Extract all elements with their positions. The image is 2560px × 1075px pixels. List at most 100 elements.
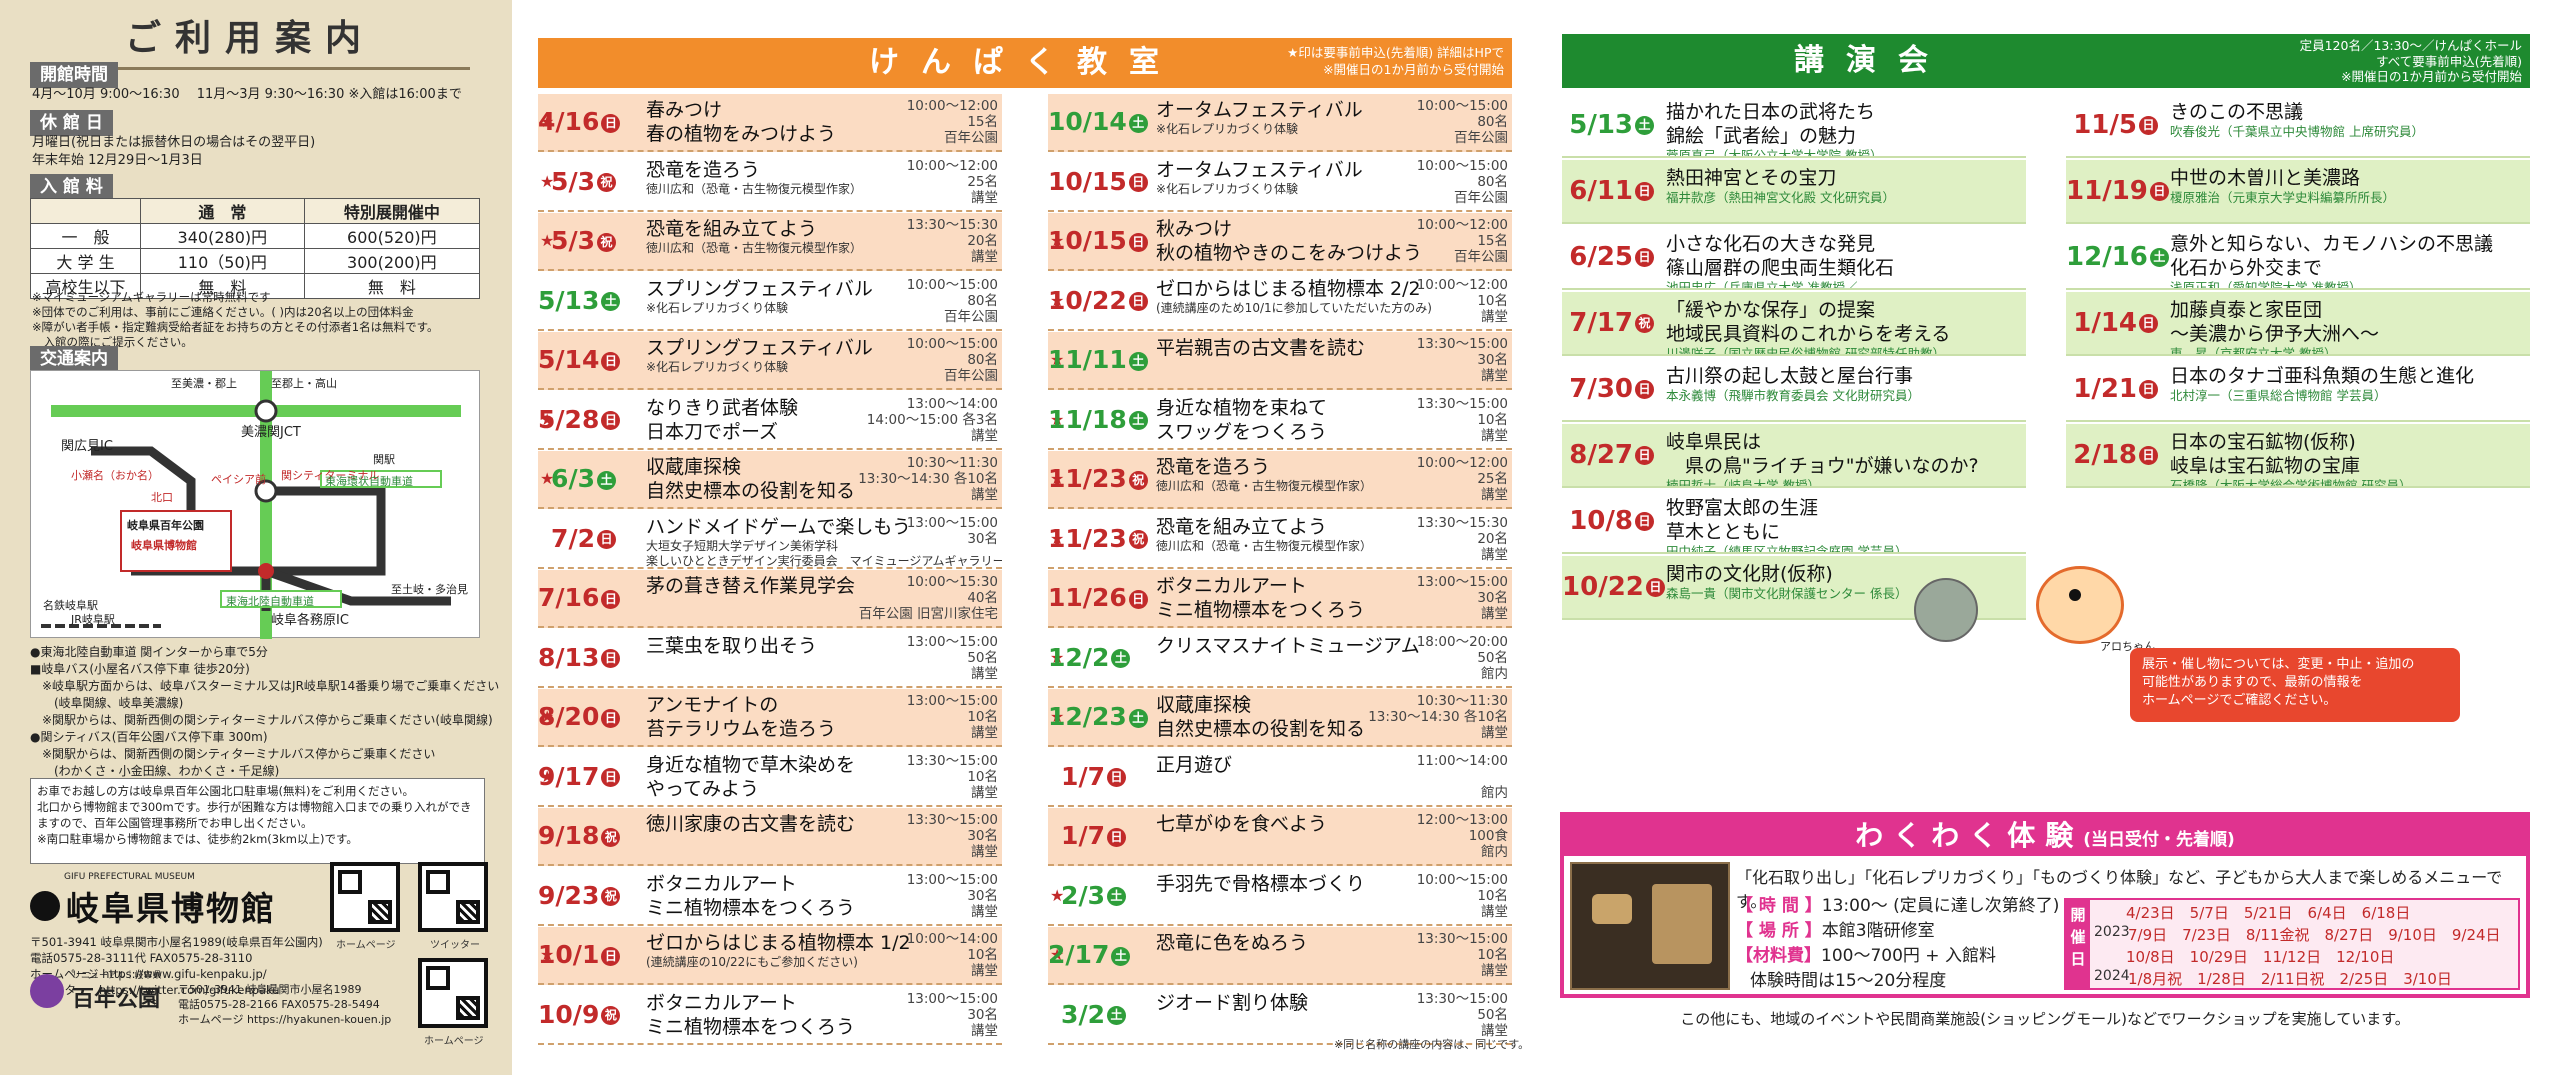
dates-row: 7/9日 7/23日 8/11金祝 8/27日 9/10日 9/24日 (2128, 926, 2501, 944)
date-month: 6 (551, 464, 569, 493)
qr-homepage-icon[interactable] (330, 862, 400, 932)
qr-park-icon[interactable] (418, 958, 488, 1028)
lecture-title-block: 岐阜県民は 県の鳥"ライチョウ"が嫌いなのか? 楠田哲士（岐阜大学 教授） (1666, 430, 1979, 488)
lecture-speaker: 田中純子（練馬区立牧野記念庭園 学芸員） (1666, 544, 1908, 554)
class-date: 5/3 祝 (538, 154, 620, 210)
waku-place: 本館3階研修室 (1821, 921, 1935, 941)
class-time: 10:00〜12:00 10名 講堂 (1416, 276, 1508, 325)
class-title-block: スプリングフェスティバル ※化石レプリカづくり体験 (646, 277, 873, 316)
date-month: 5 (1569, 110, 1588, 140)
class-title-block: 徳川家康の古文書を読む (646, 812, 855, 836)
weekday-badge: 土 (1128, 351, 1148, 371)
lecture-title-block: 小さな化石の大きな発見 篠山層群の爬虫両生類化石 池田忠広（兵庫県立大学 准教授／… (1666, 232, 1957, 288)
weekday-badge: 日 (601, 946, 621, 966)
lecture-title: 関市の文化財(仮称) (1666, 563, 1833, 585)
fee-cell: 600(520)円 (303, 223, 481, 249)
lecture-note: 定員120名／13:30〜／けんぱくホール すべて要事前申込(先着順) ※開催日… (2299, 38, 2522, 84)
class-title-block: ボタニカルアート ミニ植物標本をつくろう (1156, 574, 1365, 622)
class-item: 5/14 日スプリングフェスティバル ※化石レプリカづくり体験 10:00〜15:00… (538, 332, 1002, 390)
lecture-item: 10/8 日牧野富太郎の生涯 草木とともに 田中純子（練馬区立牧野記念庭園 学芸員） (1562, 490, 2026, 554)
date-month: 5 (538, 345, 556, 374)
class-title: 平岩親吉の古文書を読む (1156, 337, 1366, 359)
class-item: 7/16 日 茅の葺き替え作業見学会 10:00〜15:30 40名 百年公園 旧宮川… (538, 570, 1002, 628)
class-date: 10/15 日 (1048, 154, 1148, 210)
lecture-title-block: きのこの不思議 吹春俊光（千葉県立中央博物館 上席研究員） (2170, 100, 2424, 140)
date-day: 18 (2100, 440, 2137, 470)
footer-text: この他にも、地域のイベントや民間商業施設(ショッピングモール)などでワークショッ… (1680, 1010, 2410, 1028)
class-time: 10:00〜12:00 25名 講堂 (1416, 455, 1508, 503)
class-subtitle: ※化石レプリカづくり体験 (646, 360, 789, 374)
date-month: 10 (538, 940, 573, 969)
class-item: 10/14 土オータムフェスティバル ※化石レプリカづくり体験 10:00〜15:00… (1048, 94, 1512, 152)
lecture-speaker: 楠田哲士（岐阜大学 教授） (1666, 478, 1820, 488)
class-item: ★ 5/28 日なりきり武者体験 日本刀でポーズ 13:00〜14:00 14:00〜… (538, 392, 1002, 450)
access-map: 至美濃・郡上 至郡上・高山 関広見IC 美濃関JCT 関シティターミナル 関駅 … (30, 370, 480, 639)
class-time: 13:30〜15:00 30名 講堂 (1416, 336, 1508, 384)
map-label: 至土岐・多治見 (391, 583, 468, 596)
class-date: 5/3 祝 (538, 213, 620, 269)
lecture-date: 2/18 日 (2066, 424, 2158, 486)
lecture-title: 小さな化石の大きな発見 篠山層群の爬虫両生類化石 (1666, 233, 1895, 279)
class-item: ★ 12/2 土クリスマスナイトミュージアム 18:00〜20:00 50名 館内 (1048, 630, 1512, 688)
date-day: 7 (1087, 761, 1105, 791)
date-day: 13 (564, 642, 600, 672)
class-title: 収蔵庫探検 自然史標本の役割を知る (1156, 694, 1366, 740)
class-item: ★ 2/3 土手羽先で骨格標本づくり 10:00〜15:00 10名 講堂 (1048, 868, 1512, 926)
class-time: 10:00〜12:00 15名 百年公園 (906, 98, 998, 146)
class-time: 10:30〜11:30 13:30〜14:30 各10名 講堂 (858, 455, 998, 503)
class-title: ゼロからはじまる植物標本 1/2 (646, 932, 911, 954)
class-item: ★ 5/3 祝恐竜を造ろう 徳川広和（恐竜・古生物復元模型作家） 10:00〜12:00… (538, 154, 1002, 212)
class-title: 恐竜を組み立てよう (1156, 515, 1328, 538)
fee-header-cell: 通 常 (140, 198, 305, 224)
class-item: ★ 12/23 土収蔵庫探検 自然史標本の役割を知る 10:30〜11:30 13:3… (1048, 689, 1512, 747)
date-day: 3 (1087, 880, 1105, 910)
date-day: 14 (2100, 308, 2137, 338)
date-month: 5 (551, 226, 569, 255)
fee-header-cell: 特別展開催中 (303, 198, 481, 224)
notice-bubble: 展示・催し物については、変更・中止・追加の 可能性がありますので、最新の情報を … (2130, 648, 2460, 722)
date-day: 23 (564, 880, 600, 910)
lecture-title: 牧野富太郎の生涯 草木とともに (1666, 497, 1819, 543)
date-day: 28 (564, 404, 600, 434)
classroom-note: ★印は要事前申込(先着順) 詳細はHPで ※開催日の1か月前から受付開始 (1287, 45, 1504, 77)
class-item: ★ 11/18 土身近な植物を束ねて スワッグをつくろう 13:30〜15:00 10… (1048, 392, 1512, 450)
class-date: 5/14 日 (538, 332, 621, 388)
class-title: 手羽先で骨格標本づくり (1156, 872, 1366, 895)
class-title-block: アンモナイトの 苔テラリウムを造ろう (646, 693, 836, 741)
date-month: 1 (1061, 761, 1079, 791)
dates-row: 1/8月祝 1/28日 2/11日祝 2/25日 3/10日 (2128, 970, 2452, 988)
class-date: 5/13 土 (538, 273, 621, 329)
lecture-header: 講演会 定員120名／13:30〜／けんぱくホール すべて要事前申込(先着順) … (1562, 34, 2530, 88)
date-month: 5 (538, 404, 556, 434)
fee-cell: 300(200)円 (303, 248, 481, 274)
fee-row: 一 般 340(280)円 600(520)円 (30, 223, 481, 249)
weekday-badge: 土 (601, 292, 621, 311)
weekday-badge: 土 (1128, 113, 1148, 133)
class-item: 9/23 祝ボタニカルアート ミニ植物標本をつくろう 13:00〜15:00 30名… (538, 868, 1002, 926)
date-day: 21 (2100, 374, 2137, 404)
lecture-item: 5/13 土描かれた日本の武将たち 錦絵「武者絵」の魅力 菅原真弓（大阪公立大学大学… (1562, 94, 2026, 158)
class-title: ジオード割り体験 (1156, 991, 1309, 1014)
weekday-badge: 日 (1635, 248, 1654, 267)
class-title-block: 恐竜に色をぬろう (1156, 931, 1308, 955)
class-title: 恐竜を組み立てよう (646, 218, 818, 240)
date-month: 11 (1048, 523, 1083, 553)
lecture-date: 10/8 日 (1562, 490, 1654, 552)
lecture-item: 1/21 日日本のタナゴ亜科魚類の生態と進化 北村淳一（三重県総合博物館 学芸員） (2066, 358, 2530, 422)
class-item: ★ 10/15 日秋みつけ 秋の植物やきのこをみつけよう 10:00〜12:00 15… (1048, 213, 1512, 271)
date-month: 2 (1048, 940, 1066, 969)
class-title-block: 恐竜を組み立てよう 徳川広和（恐竜・古生物復元模型作家） (1156, 515, 1372, 554)
class-date: 11/23 祝 (1048, 511, 1148, 567)
weekday-badge: 土 (597, 470, 616, 490)
class-title: 正月遊び (1156, 753, 1233, 776)
class-time: 12:00〜13:00 100食 館内 (1416, 812, 1508, 860)
class-date: 1/7 日 (1048, 749, 1130, 805)
class-date: 1/7 日 (1048, 808, 1130, 864)
date-month: 11 (2073, 110, 2110, 140)
class-item: ★ 9/17 日身近な植物で草木染めを やってみよう 13:30〜15:00 10名 … (538, 749, 1002, 807)
date-month: 10 (1562, 572, 1599, 602)
class-time: 10:00〜15:00 80名 百年公園 (906, 336, 998, 384)
lecture-date: 6/25 日 (1562, 226, 1654, 288)
qr-twitter-icon[interactable] (418, 862, 488, 932)
class-date: 4/16 日 (538, 94, 621, 150)
